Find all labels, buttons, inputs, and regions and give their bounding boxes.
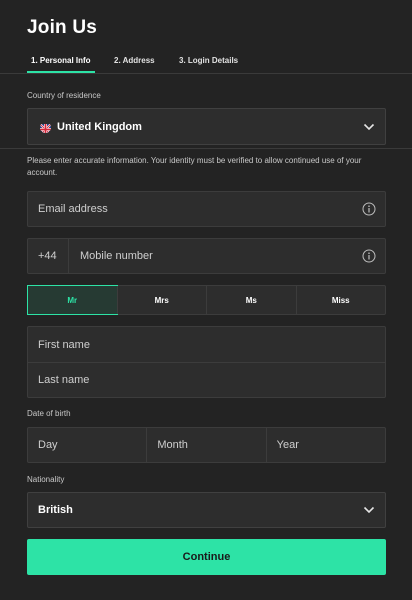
email-field[interactable]: Email address bbox=[27, 191, 386, 227]
info-icon[interactable] bbox=[362, 249, 376, 263]
tab-address[interactable]: 2. Address bbox=[110, 54, 159, 71]
title-option-mr[interactable]: Mr bbox=[27, 285, 118, 315]
dob-month-placeholder: Month bbox=[157, 439, 188, 451]
last-name-placeholder: Last name bbox=[38, 374, 90, 386]
date-of-birth-fields: Day Month Year bbox=[27, 427, 386, 463]
country-value: United Kingdom bbox=[57, 120, 142, 133]
country-select[interactable]: United Kingdom bbox=[27, 108, 386, 145]
tab-login-details[interactable]: 3. Login Details bbox=[175, 54, 242, 71]
chevron-down-icon bbox=[363, 123, 375, 130]
nationality-select[interactable]: British bbox=[27, 492, 386, 528]
tab-personal-info[interactable]: 1. Personal Info bbox=[27, 54, 95, 73]
nationality-value: British bbox=[38, 504, 73, 516]
dob-day-placeholder: Day bbox=[38, 439, 58, 451]
country-code-prefix[interactable]: +44 bbox=[28, 239, 69, 273]
dob-day-field[interactable]: Day bbox=[28, 428, 146, 462]
country-label: Country of residence bbox=[27, 91, 101, 100]
chevron-down-icon bbox=[363, 506, 375, 514]
page-title: Join Us bbox=[27, 17, 98, 38]
dob-year-field[interactable]: Year bbox=[265, 428, 385, 462]
title-selector: Mr Mrs Ms Miss bbox=[27, 285, 386, 315]
last-name-field[interactable]: Last name bbox=[28, 362, 385, 398]
continue-button[interactable]: Continue bbox=[27, 539, 386, 575]
uk-flag-icon bbox=[40, 122, 51, 133]
dob-year-placeholder: Year bbox=[276, 439, 299, 451]
title-option-mrs[interactable]: Mrs bbox=[116, 286, 207, 314]
name-fields: First name Last name bbox=[27, 326, 386, 398]
title-option-ms[interactable]: Ms bbox=[206, 286, 296, 314]
dob-label: Date of birth bbox=[27, 409, 71, 418]
nationality-label: Nationality bbox=[27, 475, 65, 484]
first-name-field[interactable]: First name bbox=[28, 327, 385, 363]
divider bbox=[0, 148, 412, 149]
dob-month-field[interactable]: Month bbox=[146, 428, 265, 462]
first-name-placeholder: First name bbox=[38, 338, 90, 351]
identity-notice: Please enter accurate information. Your … bbox=[27, 156, 362, 177]
title-option-miss[interactable]: Miss bbox=[295, 286, 386, 314]
step-tabs: 1. Personal Info 2. Address 3. Login Det… bbox=[0, 54, 412, 74]
info-icon[interactable] bbox=[362, 202, 376, 216]
email-placeholder: Email address bbox=[38, 203, 108, 215]
country-code-value: +44 bbox=[38, 250, 57, 262]
mobile-placeholder: Mobile number bbox=[80, 250, 153, 262]
mobile-field[interactable]: +44 Mobile number bbox=[27, 238, 386, 274]
